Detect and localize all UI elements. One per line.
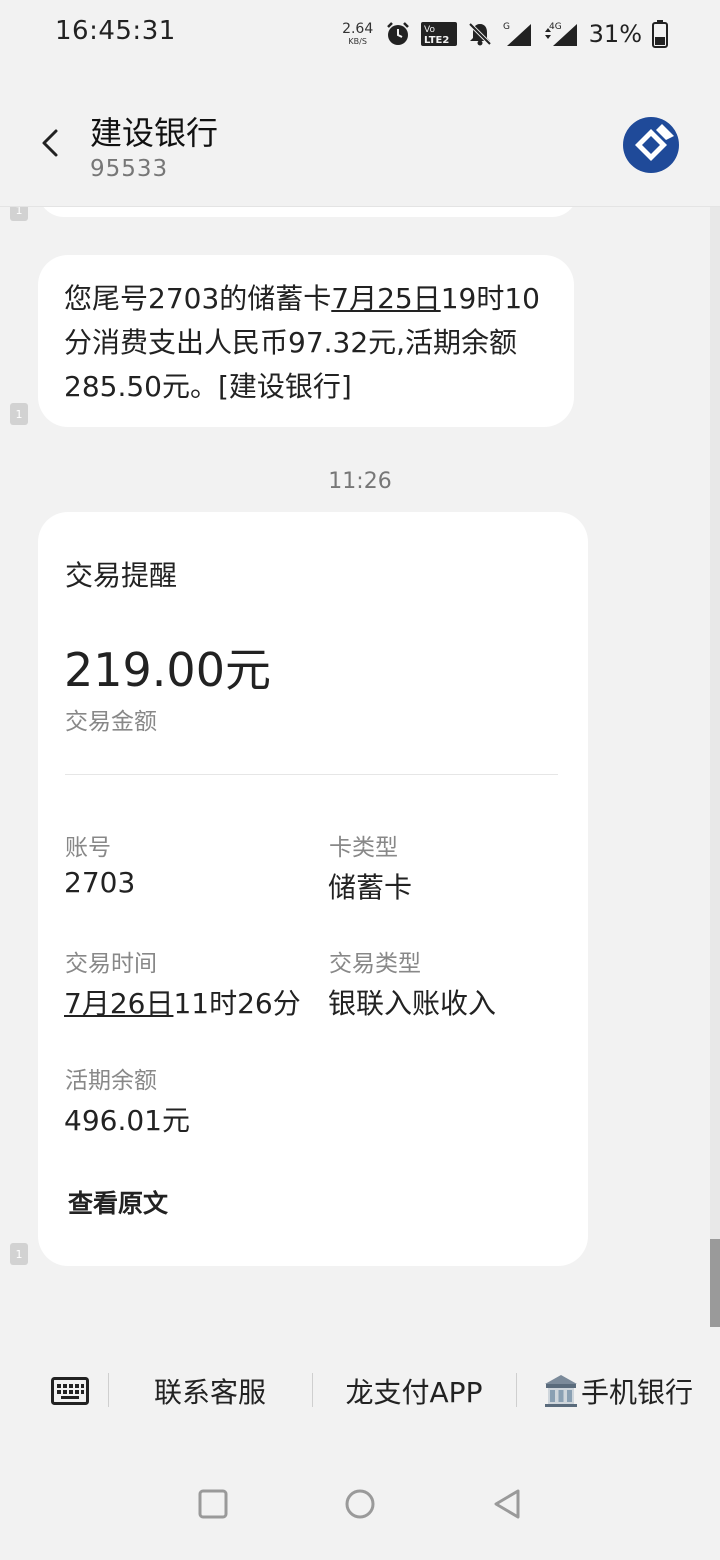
nav-back-button[interactable] xyxy=(483,1480,531,1528)
contact-name[interactable]: 建设银行 xyxy=(90,108,218,154)
ccb-logo[interactable] xyxy=(622,116,680,174)
trade-type-label: 交易类型 xyxy=(329,951,421,977)
transaction-amount: 219.00元 xyxy=(64,643,271,697)
previous-message-bubble xyxy=(38,207,578,217)
balance-label: 活期余额 xyxy=(65,1068,157,1094)
trade-type-value: 银联入账收入 xyxy=(328,987,497,1020)
sms-text: 您尾号2703的储蓄卡7月25日19时10分消费支出人民币97.32元,活期余额… xyxy=(64,277,548,409)
network-speed-value: 2.64 xyxy=(342,21,374,37)
scrollbar-track[interactable] xyxy=(710,207,720,1327)
home-icon xyxy=(345,1489,375,1519)
sim-badge: 1 xyxy=(10,1243,28,1265)
account-label: 账号 xyxy=(65,835,111,861)
trade-time-value: 7月26日11时26分 xyxy=(64,982,301,1022)
menu-divider xyxy=(516,1373,517,1407)
network-speed: 2.64 KB/S xyxy=(341,22,375,46)
message-list[interactable]: 1 您尾号2703的储蓄卡7月25日19时10分消费支出人民币97.32元,活期… xyxy=(0,207,720,1337)
trade-date-link[interactable]: 7月26日 xyxy=(64,987,173,1020)
account-value: 2703 xyxy=(64,866,136,899)
bank-icon xyxy=(544,1375,577,1407)
mute-bell-icon xyxy=(467,21,493,47)
balance-value: 496.01元 xyxy=(64,1104,190,1137)
status-time: 16:45:31 xyxy=(55,16,176,46)
recent-apps-button[interactable] xyxy=(189,1480,237,1528)
status-icons: 2.64 KB/S Vo LTE2 G 4G 31% xyxy=(341,16,668,52)
status-bar: 16:45:31 2.64 KB/S Vo LTE2 G 4G 31% xyxy=(0,0,720,68)
card-title: 交易提醒 xyxy=(65,559,178,592)
menu-long-pay-app[interactable]: 龙支付APP xyxy=(316,1363,512,1419)
signal-icon: G xyxy=(503,20,533,48)
menu-mobile-banking-label: 手机银行 xyxy=(580,1376,693,1409)
system-navigation-bar xyxy=(0,1450,720,1560)
card-type-label: 卡类型 xyxy=(329,835,398,861)
card-type-value: 储蓄卡 xyxy=(328,871,413,904)
keyboard-toggle-button[interactable] xyxy=(30,1363,110,1419)
sms-bubble[interactable]: 您尾号2703的储蓄卡7月25日19时10分消费支出人民币97.32元,活期余额… xyxy=(38,255,574,427)
scrollbar-thumb[interactable] xyxy=(710,1239,720,1327)
menu-contact-service[interactable]: 联系客服 xyxy=(112,1363,308,1419)
menu-mobile-banking[interactable]: 手机银行 xyxy=(520,1363,716,1419)
view-original-button[interactable]: 查看原文 xyxy=(68,1184,168,1220)
service-menu-bar: 联系客服 龙支付APP 手机银行 xyxy=(0,1337,720,1447)
back-arrow-icon xyxy=(42,129,58,157)
trade-time-label: 交易时间 xyxy=(65,951,157,977)
keyboard-icon xyxy=(51,1377,89,1405)
screen: 16:45:31 2.64 KB/S Vo LTE2 G 4G 31% 建设银行… xyxy=(0,0,720,1560)
battery-percent: 31% xyxy=(588,20,642,48)
conversation-header: 建设银行 95533 xyxy=(0,68,720,207)
network-speed-unit: KB/S xyxy=(348,37,367,46)
battery-icon xyxy=(652,20,668,48)
signal-icon: 4G xyxy=(543,20,579,48)
time-separator: 11:26 xyxy=(328,469,392,494)
svg-text:LTE2: LTE2 xyxy=(424,35,449,46)
home-button[interactable] xyxy=(336,1480,384,1528)
transaction-amount-label: 交易金额 xyxy=(65,709,157,735)
sms-date-link[interactable]: 7月25日 xyxy=(331,282,440,315)
back-triangle-icon xyxy=(494,1489,520,1519)
svg-text:Vo: Vo xyxy=(424,25,435,35)
card-divider xyxy=(65,774,558,775)
volte-icon: Vo LTE2 xyxy=(420,21,457,47)
back-button[interactable] xyxy=(30,120,70,166)
menu-divider xyxy=(312,1373,313,1407)
sms-text-part1: 您尾号2703的储蓄卡 xyxy=(64,282,332,315)
sim-badge: 1 xyxy=(10,403,28,425)
trade-time-rest: 11时26分 xyxy=(173,987,301,1020)
signal-type-text: G xyxy=(503,22,510,32)
recent-apps-icon xyxy=(198,1489,228,1519)
svg-text:4G: 4G xyxy=(549,22,562,32)
sim-badge: 1 xyxy=(10,207,28,221)
menu-divider xyxy=(108,1373,109,1407)
transaction-card[interactable]: 交易提醒 219.00元 交易金额 账号 2703 卡类型 储蓄卡 交易时间 7… xyxy=(38,512,588,1266)
contact-number: 95533 xyxy=(90,156,169,182)
alarm-icon xyxy=(385,21,411,47)
